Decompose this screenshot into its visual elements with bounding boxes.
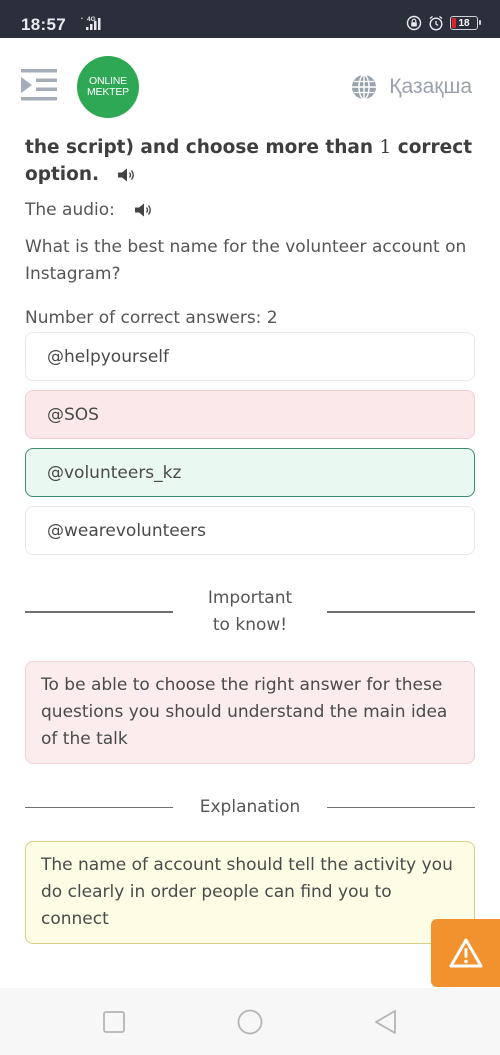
warning-icon [449,938,482,968]
option-label: @SOS [47,404,99,425]
important-divider: Important to know! [25,585,475,639]
app-header: ONLINE MEKTEP Қазақша [0,38,500,128]
system-nav-bar [0,988,500,1055]
answer-option[interactable]: @wearevolunteers [25,506,475,555]
important-heading: Important to know! [207,588,293,635]
option-label: @volunteers_kz [47,462,182,483]
status-time: 18:57 [21,15,66,34]
language-switcher[interactable]: Қазақша [351,74,472,100]
report-problem-button[interactable] [431,919,500,987]
answer-options: @helpyourself @SOS @volunteers_kz @weare… [25,332,475,555]
answer-option-wrong[interactable]: @SOS [25,390,475,439]
divider-line [25,806,173,809]
status-bar: 18:57 • 4G 18 [0,0,500,38]
back-button[interactable] [373,1009,399,1035]
battery-level: 18 [458,17,470,29]
explanation-box: The name of account should tell the acti… [25,841,475,944]
home-button[interactable] [237,1009,263,1035]
audio-row: The audio: [25,198,475,222]
svg-text:•: • [81,16,83,22]
divider-line [327,806,475,809]
logo-line-2: MEKTEP [87,86,129,98]
battery-icon: 18 [450,16,481,30]
speaker-icon[interactable] [116,166,138,184]
rotation-lock-icon [406,15,422,31]
signal-icon: • 4G [81,16,101,30]
answer-option-correct[interactable]: @volunteers_kz [25,448,475,497]
task-instruction: the script) and choose more than 1 corre… [25,134,475,188]
audio-label: The audio: [25,200,115,220]
instruction-number: 1 [379,137,392,158]
task-content: the script) and choose more than 1 corre… [25,128,475,944]
explanation-divider: Explanation [25,794,475,821]
correct-answers-count: Number of correct answers: 2 [25,308,278,328]
divider-line [327,611,475,613]
option-label: @wearevolunteers [47,520,207,541]
explanation-heading: Explanation [199,797,301,817]
divider-line [25,611,173,613]
instruction-prefix: the script) and choose more than [25,137,380,158]
recents-button[interactable] [101,1009,127,1035]
important-note: To be able to choose the right answer fo… [25,661,475,764]
question-text: What is the best name for the volunteer … [25,237,467,284]
audio-play-icon[interactable] [133,201,155,219]
option-label: @helpyourself [47,346,169,367]
language-label: Қазақша [389,75,472,98]
menu-indent-icon[interactable] [21,69,57,101]
globe-icon [352,74,377,100]
online-mektep-logo[interactable]: ONLINE MEKTEP [77,56,139,118]
alarm-icon [429,15,443,31]
answer-option[interactable]: @helpyourself [25,332,475,381]
